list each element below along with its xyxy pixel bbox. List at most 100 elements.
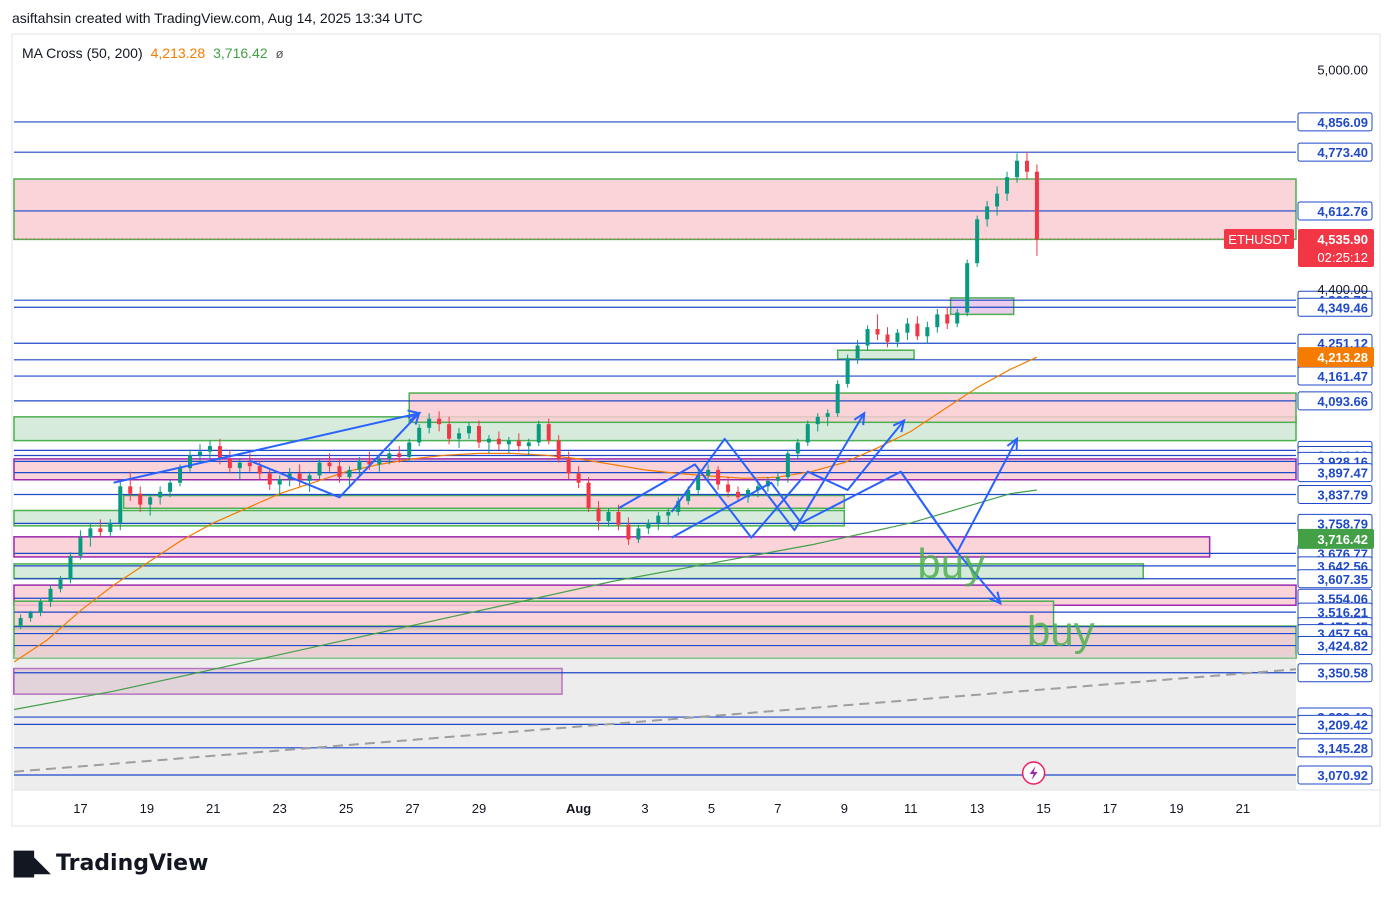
candle-body — [407, 442, 412, 458]
candle-body — [337, 466, 342, 478]
candle-body — [427, 418, 432, 428]
candle-body — [1005, 177, 1010, 194]
x-axis-tick: 21 — [206, 801, 220, 816]
x-axis-tick: 15 — [1036, 801, 1050, 816]
x-axis-tick: 21 — [1236, 801, 1250, 816]
candle-body — [387, 453, 392, 459]
candle-body — [277, 479, 282, 485]
candle-body — [247, 462, 252, 467]
candle-body — [736, 491, 741, 498]
candle-body — [845, 358, 850, 384]
price-zone — [836, 349, 915, 360]
x-axis-tick: 17 — [1103, 801, 1117, 816]
level-price-label: 3,897.47 — [1317, 466, 1368, 481]
candle-body — [516, 440, 521, 447]
level-price-label: 3,145.28 — [1317, 741, 1368, 756]
candle-body — [626, 524, 631, 540]
candle-body — [915, 323, 920, 337]
x-axis-tick: 23 — [272, 801, 286, 816]
candle-body — [995, 193, 1000, 207]
last-price-label: 4,535.90 — [1317, 232, 1368, 247]
shaded-band — [14, 654, 1296, 790]
candle-body — [785, 453, 790, 478]
candle-body — [865, 329, 870, 346]
price-zone — [13, 625, 1297, 660]
tradingview-logo[interactable]: ▇◣ TradingView — [14, 848, 208, 878]
candle-body — [636, 528, 641, 540]
level-price-label: 3,837.79 — [1317, 487, 1368, 502]
candle-body — [656, 515, 661, 523]
candle-body — [526, 442, 531, 447]
candle-body — [805, 424, 810, 443]
candle-body — [596, 508, 601, 522]
symbol-label: ETHUSDT — [1228, 232, 1289, 247]
price-zone — [408, 392, 1297, 424]
level-price-label: 3,350.58 — [1317, 666, 1368, 681]
candle-body — [307, 475, 312, 481]
candle-body — [905, 323, 910, 333]
x-axis-tick: 19 — [1169, 801, 1183, 816]
x-axis-tick: 7 — [774, 801, 781, 816]
candle-body — [1034, 171, 1039, 240]
candle-body — [895, 332, 900, 342]
level-price-label: 4,093.66 — [1317, 394, 1368, 409]
candle-body — [267, 473, 272, 485]
ma-price-label: 4,213.28 — [1317, 350, 1368, 365]
tradingview-logo-icon: ▇◣ — [14, 848, 51, 878]
candle-body — [98, 528, 103, 533]
candle-body — [985, 206, 990, 220]
x-axis-tick: 5 — [708, 801, 715, 816]
ma-price-label: 3,716.42 — [1317, 532, 1368, 547]
x-axis-tick: 25 — [339, 801, 353, 816]
level-price-label: 4,773.40 — [1317, 145, 1368, 160]
x-axis-tick: 9 — [841, 801, 848, 816]
level-price-label: 3,070.92 — [1317, 768, 1368, 783]
candle-body — [138, 493, 143, 505]
candle-body — [397, 453, 402, 458]
level-price-label: 3,209.42 — [1317, 717, 1368, 732]
price-zone — [13, 178, 1297, 241]
level-price-label: 4,349.46 — [1317, 300, 1368, 315]
candle-body — [78, 537, 83, 556]
candle-body — [546, 424, 551, 441]
candle-body — [447, 424, 452, 439]
candle-body — [556, 440, 561, 459]
candle-body — [18, 618, 23, 626]
candle-body — [586, 482, 591, 509]
level-price-label: 3,607.35 — [1317, 572, 1368, 587]
bar-countdown: 02:25:12 — [1317, 250, 1368, 265]
candle-body — [457, 433, 462, 439]
candle-body — [536, 424, 541, 443]
candle-body — [38, 601, 43, 613]
candle-body — [327, 462, 332, 467]
candle-body — [925, 327, 930, 337]
candle-body — [217, 446, 222, 459]
candle-body — [417, 427, 422, 443]
candle-body — [178, 468, 183, 483]
candle-body — [118, 486, 123, 523]
candle-body — [945, 314, 950, 324]
x-axis-tick: 17 — [73, 801, 87, 816]
candle-body — [68, 555, 73, 580]
candle-body — [1024, 160, 1029, 172]
buy-annotation: buy — [1027, 607, 1095, 654]
candle-body — [168, 482, 173, 492]
candle-body — [237, 462, 242, 469]
candle-body — [576, 473, 581, 483]
candle-body — [28, 612, 33, 619]
candle-body — [885, 334, 890, 342]
candle-body — [875, 329, 880, 335]
candle-body — [197, 451, 202, 456]
price-chart[interactable]: buybuy 17 19 21 23 25 27 29 Aug 3 5 7 9 11 13 15 17 19 21… — [0, 0, 1392, 900]
candle-body — [955, 312, 960, 324]
x-axis-tick: Aug — [566, 801, 591, 816]
x-axis-tick: 3 — [641, 801, 648, 816]
candle-body — [835, 383, 840, 414]
candle-body — [566, 458, 571, 474]
candle-body — [496, 438, 501, 445]
candle-body — [476, 425, 481, 443]
candle-body — [437, 418, 442, 425]
level-price-label: 4,612.76 — [1317, 204, 1368, 219]
x-axis-tick: 11 — [904, 801, 918, 816]
candle-body — [148, 497, 153, 505]
